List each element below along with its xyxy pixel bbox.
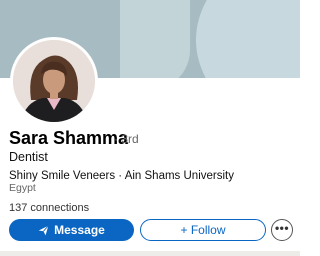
connection-degree: · 3rd [114, 132, 139, 146]
profile-headline: Dentist [9, 150, 48, 164]
cover-shape [196, 0, 300, 78]
profile-name: Sara Shamma [9, 128, 129, 148]
profile-experience-education: Shiny Smile Veneers · Ain Shams Universi… [9, 170, 234, 182]
message-button[interactable]: Message [9, 219, 134, 241]
follow-button[interactable]: + Follow [140, 219, 266, 241]
paper-plane-icon [38, 224, 49, 235]
section-divider [0, 251, 300, 256]
profile-avatar[interactable] [10, 37, 98, 125]
avatar-photo [13, 40, 95, 122]
connections-count[interactable]: 137 connections [9, 202, 89, 214]
more-actions-button[interactable]: ••• [271, 219, 293, 241]
message-button-label: Message [54, 223, 105, 237]
follow-button-label: + Follow [180, 223, 226, 237]
cover-shape [120, 0, 190, 78]
profile-location: Egypt [9, 182, 36, 194]
ellipsis-icon: ••• [274, 221, 290, 235]
